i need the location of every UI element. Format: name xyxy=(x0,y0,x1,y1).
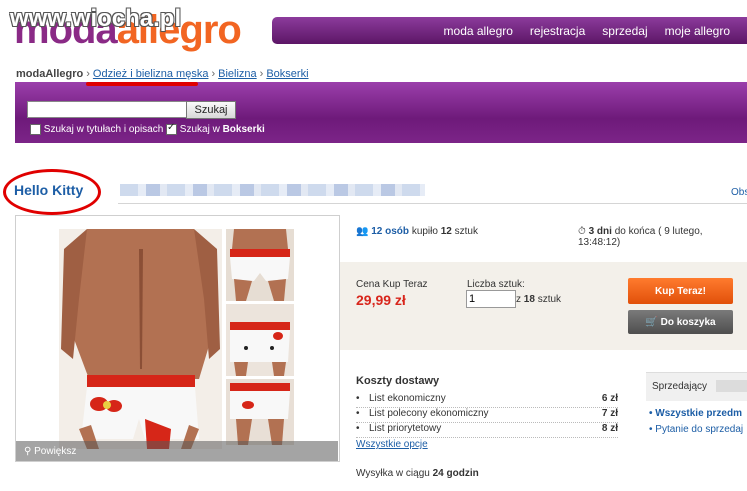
shipping-option-name: List ekonomiczny xyxy=(369,393,446,404)
shipping-option-row: • List polecony ekonomiczny 7 zł xyxy=(356,408,618,423)
nav-sprzedaj[interactable]: sprzedaj xyxy=(602,24,647,38)
seller-label: Sprzedający xyxy=(652,381,708,392)
ask-seller-label: Pytanie do sprzedaj xyxy=(655,424,744,435)
listing-title: Hello Kitty xyxy=(14,182,84,198)
red-underline-annotation xyxy=(86,82,198,86)
shipping-title: Koszty dostawy xyxy=(356,375,440,387)
buyers-count-link[interactable]: 12 osób xyxy=(371,226,409,237)
quantity-max-prefix: z xyxy=(516,294,521,305)
nav-moje-allegro[interactable]: moje allegro xyxy=(665,24,730,38)
buyers-info: 👥 12 osób kupiło 12 sztuk xyxy=(356,226,478,237)
breadcrumb-separator: › xyxy=(211,68,216,80)
main-product-photo[interactable] xyxy=(59,229,222,449)
clock-icon: ⏱ xyxy=(578,226,586,237)
blurred-seller-name xyxy=(716,380,747,392)
shipping-option-row: • List priorytetowy 8 zł xyxy=(356,423,618,438)
breadcrumb-boxers[interactable]: Bokserki xyxy=(266,68,308,80)
title-divider xyxy=(118,203,747,204)
blurred-title-text xyxy=(120,184,425,196)
product-thumbnail[interactable] xyxy=(226,229,294,301)
dispatch-time: 24 godzin xyxy=(432,468,479,479)
search-in-descriptions-label: Szukaj w tytułach i opisach xyxy=(43,124,164,136)
search-in-category-checkbox[interactable] xyxy=(166,122,177,135)
search-category-name: Bokserki xyxy=(222,124,265,136)
watch-link[interactable]: Obs xyxy=(731,187,747,198)
bullet-icon: • xyxy=(649,408,653,419)
cart-icon: 🛒 xyxy=(645,316,658,328)
bullet-icon: • xyxy=(356,393,360,404)
quantity-max-unit: sztuk xyxy=(537,294,562,305)
zoom-label: Powiększ xyxy=(34,446,77,457)
breadcrumb: modaAllegro › Odzież i bielizna męska › Biel… xyxy=(16,68,309,80)
bullet-icon: • xyxy=(356,423,360,434)
search-in-category-label: Szukaj w xyxy=(179,124,220,136)
quantity-max: z 18 sztuk xyxy=(516,294,561,305)
add-to-cart-button[interactable]: 🛒 Do koszyka xyxy=(628,310,733,334)
quantity-input[interactable] xyxy=(466,290,516,308)
bullet-icon: • xyxy=(356,408,360,419)
shipping-option-name: List polecony ekonomiczny xyxy=(369,408,489,419)
breadcrumb-separator: › xyxy=(259,68,264,80)
time-left-value: 3 dni xyxy=(588,226,612,237)
buyers-text: kupiło xyxy=(411,226,438,237)
ask-seller-link[interactable]: • Pytanie do sprzedaj xyxy=(649,424,743,435)
search-in-descriptions-option[interactable]: Szukaj w tytułach i opisach xyxy=(30,124,163,135)
quantity-max-value: 18 xyxy=(523,294,535,305)
search-in-category-option[interactable]: Szukaj w Bokserki xyxy=(166,122,265,136)
nav-rejestracja[interactable]: rejestracja xyxy=(530,24,585,38)
people-icon: 👥 xyxy=(356,226,369,237)
breadcrumb-separator: › xyxy=(86,68,90,80)
product-thumbnail[interactable] xyxy=(226,379,294,445)
dispatch-prefix: Wysyłka w ciągu xyxy=(356,468,430,479)
search-button[interactable]: Szukaj xyxy=(186,101,236,119)
nav-moda-allegro[interactable]: moda allegro xyxy=(444,24,513,38)
add-to-cart-label: Do koszyka xyxy=(660,316,716,328)
shipping-option-price: 7 zł xyxy=(601,408,618,419)
breadcrumb-root: modaAllegro xyxy=(16,68,84,80)
shipping-option-row: • List ekonomiczny 6 zł xyxy=(356,393,618,408)
product-thumbnail[interactable] xyxy=(226,304,294,376)
zoom-button[interactable]: ⚲ Powiększ xyxy=(24,446,76,457)
search-in-descriptions-checkbox[interactable] xyxy=(30,124,41,135)
seller-all-items-label: Wszystkie przedm xyxy=(655,408,742,419)
top-navigation: moda allegro rejestracja sprzedaj moje a… xyxy=(272,17,747,44)
price-label: Cena Kup Teraz xyxy=(356,279,428,290)
shipping-option-name: List priorytetowy xyxy=(369,423,442,434)
shipping-option-price: 8 zł xyxy=(601,423,618,434)
time-left-info: ⏱ 3 dni do końca ( 9 lutego, 13:48:12) xyxy=(578,226,747,248)
dispatch-info: Wysyłka w ciągu 24 godzin xyxy=(356,468,479,479)
search-input[interactable] xyxy=(27,101,187,118)
bullet-icon: • xyxy=(649,424,653,435)
shipping-option-price: 6 zł xyxy=(601,393,618,404)
price-value: 29,99 zł xyxy=(356,292,406,308)
time-left-suffix: do końca xyxy=(614,226,656,237)
seller-all-items-link[interactable]: • Wszystkie przedm xyxy=(649,408,742,419)
watermark-text: www.wiocha.pl xyxy=(10,5,182,32)
breadcrumb-underwear[interactable]: Bielizna xyxy=(218,68,257,80)
buy-now-button[interactable]: Kup Teraz! xyxy=(628,278,733,304)
items-sold-count: 12 xyxy=(440,226,452,237)
magnifier-icon: ⚲ xyxy=(24,446,32,457)
items-unit: sztuk xyxy=(454,226,478,237)
breadcrumb-mens-clothing[interactable]: Odzież i bielizna męska xyxy=(93,68,209,80)
quantity-label: Liczba sztuk: xyxy=(467,279,525,290)
all-shipping-options-link[interactable]: Wszystkie opcje xyxy=(356,439,428,450)
